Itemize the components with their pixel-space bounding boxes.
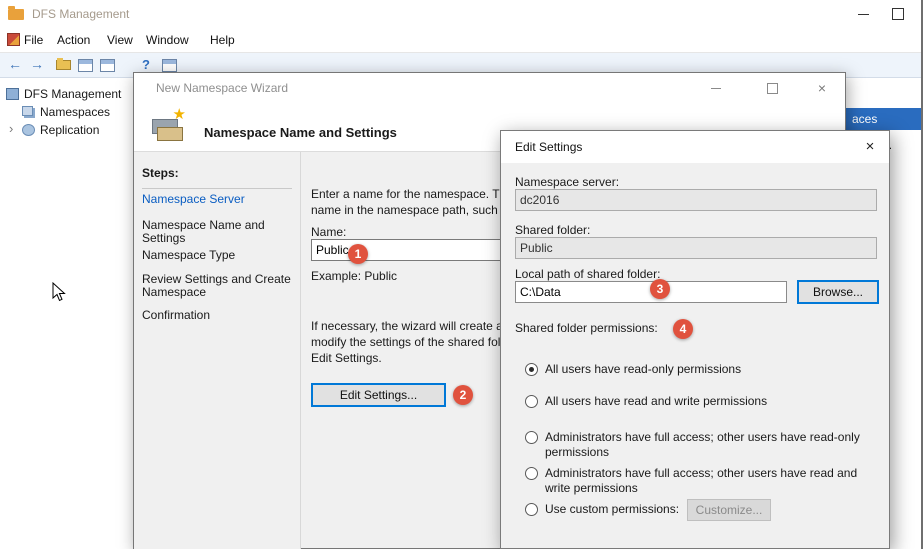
wizard-page-title: Namespace Name and Settings [204,125,397,140]
browse-button[interactable]: Browse... [797,280,879,304]
menu-bar: File Action View Window Help [0,28,923,52]
step-namespace-server[interactable]: Namespace Server [142,193,295,206]
replication-icon [22,124,35,136]
edit-settings-dialog: Edit Settings × Namespace server: Shared… [500,130,890,549]
annotation-badge-2: 2 [453,385,473,405]
radio-custom-permissions-label: Use custom permissions: [545,502,685,517]
tree-item-namespaces[interactable]: Namespaces [40,105,110,119]
dfs-management-window: DFS Management File Action View Window H… [0,0,923,549]
radio-admin-full-others-readwrite-label: Administrators have full access; other u… [545,466,875,496]
edit-settings-button[interactable]: Edit Settings... [311,383,446,407]
menu-file[interactable]: File [24,33,43,47]
note-text-line1: If necessary, the wizard will create a s… [311,319,530,333]
intro-text-line2: name in the namespace path, such as \\ [311,203,524,217]
radio-read-only[interactable] [525,363,538,376]
export-folder-icon[interactable] [56,60,71,70]
namespace-server-input [515,189,877,211]
annotation-badge-4: 4 [673,319,693,339]
sparkle-icon: ★ [173,105,186,123]
steps-divider [142,188,292,189]
window-titlebar: DFS Management [0,0,923,28]
step-confirmation: Confirmation [142,309,295,322]
menu-view[interactable]: View [107,33,133,47]
edit-settings-title: Edit Settings [515,140,582,154]
local-path-label: Local path of shared folder: [515,267,660,281]
console-window-icon [7,33,20,46]
console-tree-icon[interactable] [78,59,93,72]
note-text-line3: Edit Settings. [311,351,382,365]
note-text-line2: modify the settings of the shared folder… [311,335,530,349]
example-text: Example: Public [311,269,397,283]
radio-read-write-label: All users have read and write permission… [545,394,875,409]
steps-heading: Steps: [142,166,179,180]
wizard-steps-panel: Steps: Namespace Server Namespace Name a… [134,152,301,549]
selected-row-highlight: aces [846,108,921,130]
maximize-icon[interactable] [887,4,909,23]
intro-text-line1: Enter a name for the namespace. This na [311,187,532,201]
close-icon[interactable]: × [859,136,881,158]
wizard-close-icon[interactable]: × [811,78,833,98]
name-label: Name: [311,225,346,239]
export-list-icon[interactable] [100,59,115,72]
window-title: DFS Management [32,7,129,21]
customize-button: Customize... [687,499,771,521]
step-namespace-type: Namespace Type [142,249,295,262]
forward-arrow-icon[interactable]: → [30,56,44,72]
chevron-right-icon[interactable]: › [9,121,13,136]
dfs-management-icon [6,88,19,100]
tree-item-dfs-management[interactable]: DFS Management [24,87,121,101]
mouse-cursor [52,282,66,302]
console-tree: DFS Management Namespaces › Replication [0,78,131,549]
radio-read-write[interactable] [525,395,538,408]
app-folder-icon [8,9,24,20]
annotation-badge-3: 3 [650,279,670,299]
namespace-server-label: Namespace server: [515,175,619,189]
namespace-name-input[interactable] [311,239,511,261]
wizard-minimize-icon[interactable] [705,78,727,98]
shared-folder-label: Shared folder: [515,223,590,237]
help-icon[interactable]: ? [142,57,150,72]
step-namespace-name-and-settings: Namespace Name and Settings [142,219,295,245]
permissions-label: Shared folder permissions: [515,321,658,335]
shared-folder-input [515,237,877,259]
properties-window-icon[interactable] [162,59,177,72]
tree-item-replication[interactable]: Replication [40,123,99,137]
annotation-badge-1: 1 [348,244,368,264]
radio-read-only-label: All users have read-only permissions [545,362,875,377]
selected-row-text-fragment: aces [852,112,877,126]
step-review-settings: Review Settings and Create Namespace [142,273,295,299]
radio-admin-full-others-read[interactable] [525,431,538,444]
wizard-titlebar: New Namespace Wizard × [134,73,845,103]
menu-action[interactable]: Action [57,33,90,47]
radio-admin-full-others-readwrite[interactable] [525,467,538,480]
namespace-wizard-icon: ★ [150,105,188,149]
radio-custom-permissions[interactable] [525,503,538,516]
wizard-title: New Namespace Wizard [156,81,288,95]
wizard-maximize-icon[interactable] [761,78,783,98]
edit-settings-titlebar: Edit Settings × [501,131,889,163]
namespaces-icon [22,106,33,116]
back-arrow-icon[interactable]: ← [8,56,22,72]
menu-window[interactable]: Window [146,33,189,47]
minimize-icon[interactable] [853,4,875,23]
menu-help[interactable]: Help [210,33,235,47]
radio-admin-full-others-read-label: Administrators have full access; other u… [545,430,875,460]
